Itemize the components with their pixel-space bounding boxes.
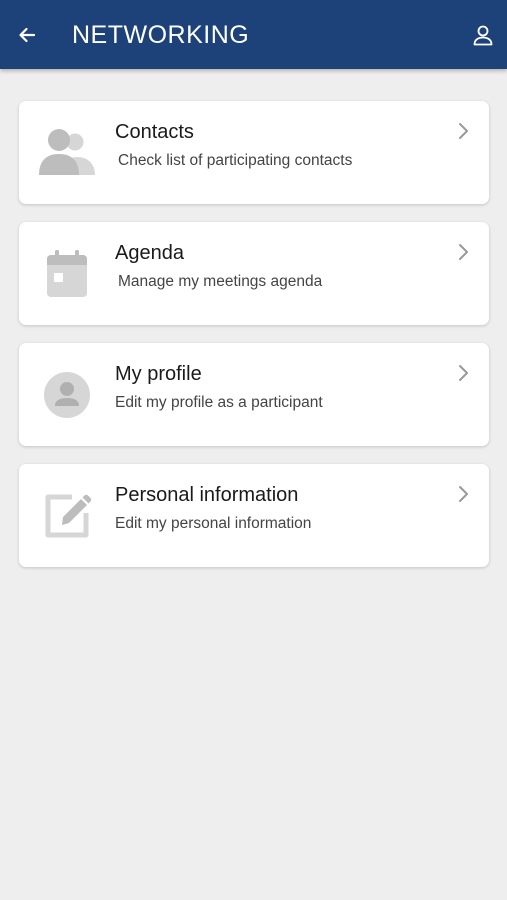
chevron-right-icon	[459, 365, 468, 381]
menu-item-subtitle: Check list of participating contacts	[118, 152, 353, 169]
chevron-right-icon	[459, 486, 468, 502]
account-circle-icon	[37, 367, 97, 423]
app-bar: NETWORKING	[0, 0, 507, 69]
menu-item-personal-information[interactable]: Personal information Edit my personal in…	[19, 464, 489, 567]
people-icon	[37, 125, 97, 181]
menu-item-subtitle: Edit my personal information	[115, 515, 312, 532]
menu-item-subtitle: Edit my profile as a participant	[115, 394, 323, 411]
menu-item-contacts[interactable]: Contacts Check list of participating con…	[19, 101, 489, 204]
chevron-right-icon	[459, 244, 468, 260]
menu-item-title: Contacts	[115, 121, 194, 143]
menu-item-agenda[interactable]: Agenda Manage my meetings agenda	[19, 222, 489, 325]
menu-item-title: Personal information	[115, 484, 299, 506]
chevron-right-icon	[459, 123, 468, 139]
networking-menu: Contacts Check list of participating con…	[19, 101, 489, 585]
page-title: NETWORKING	[72, 21, 250, 49]
back-button[interactable]	[12, 20, 42, 50]
menu-item-title: My profile	[115, 363, 202, 385]
menu-item-my-profile[interactable]: My profile Edit my profile as a particip…	[19, 343, 489, 446]
calendar-icon	[37, 246, 97, 302]
person-outline-icon	[473, 25, 493, 46]
account-button[interactable]	[469, 21, 497, 49]
menu-item-subtitle: Manage my meetings agenda	[118, 273, 323, 290]
menu-item-title: Agenda	[115, 242, 184, 264]
edit-note-icon	[37, 488, 97, 544]
arrow-left-icon	[19, 27, 36, 43]
